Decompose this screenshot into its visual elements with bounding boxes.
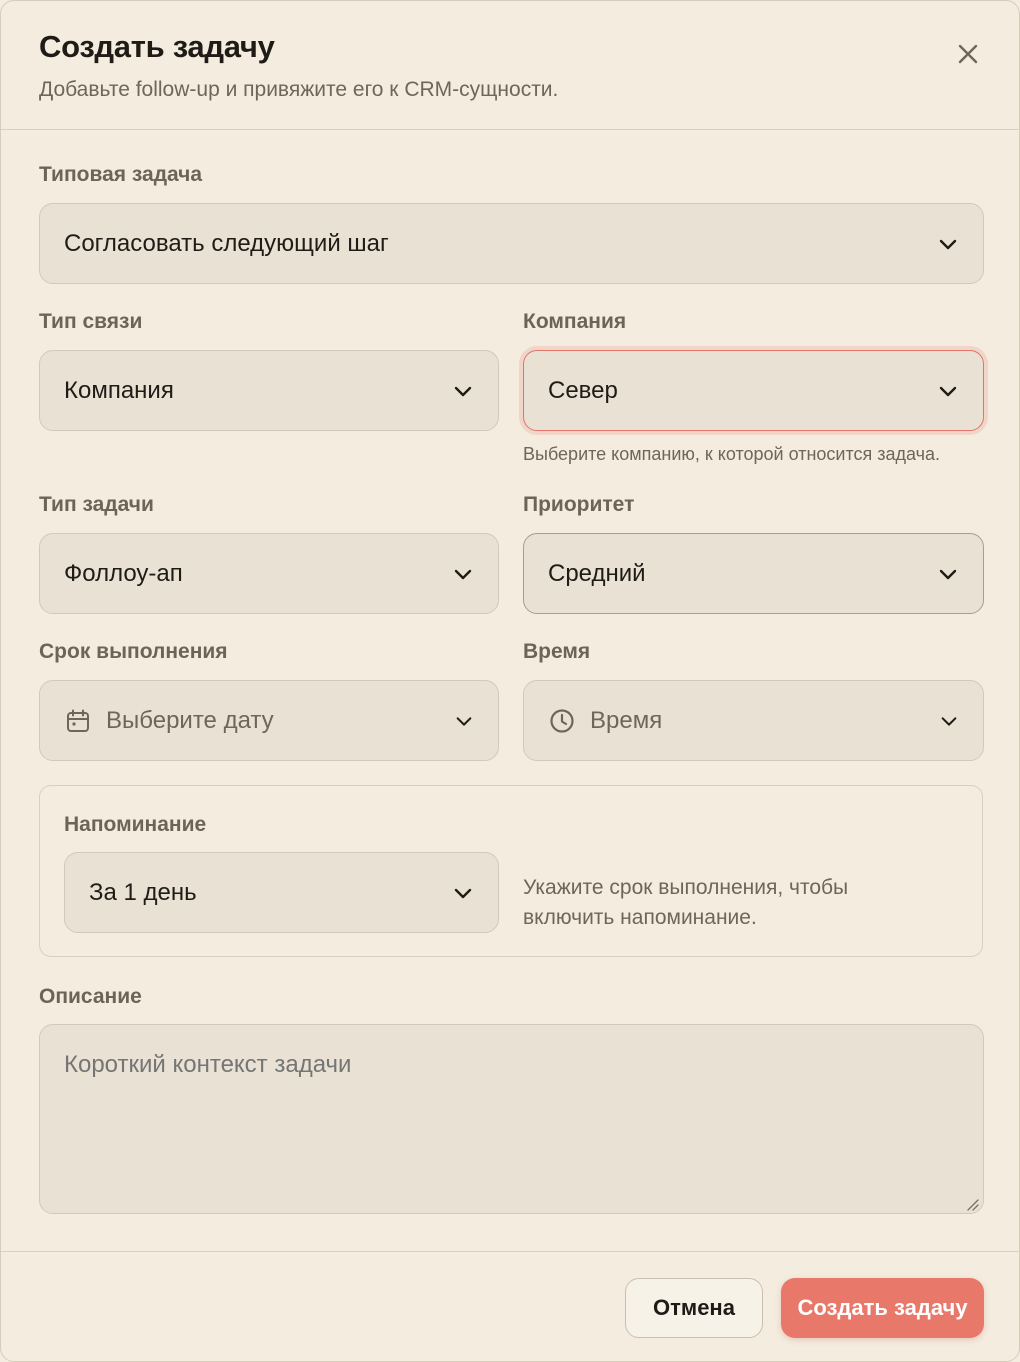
template-select[interactable]: Согласовать следующий шаг (39, 203, 984, 284)
company-helper-text: Выберите компанию, к которой относится з… (523, 444, 941, 464)
chevron-down-icon (939, 569, 957, 579)
reminder-hint: Укажите срок выполнения, чтобы включить … (523, 876, 849, 929)
task-type-label: Тип задачи (39, 493, 154, 516)
close-button[interactable] (953, 39, 983, 69)
company-select[interactable]: Север (523, 350, 984, 431)
due-date-placeholder: Выберите дату (106, 706, 274, 734)
template-label: Типовая задача (39, 163, 203, 186)
chevron-down-icon (454, 386, 472, 396)
chevron-down-icon (456, 716, 472, 726)
time-picker[interactable]: Время (523, 680, 984, 761)
description-label: Описание (39, 985, 142, 1008)
priority-value: Средний (548, 559, 646, 587)
dialog-subtitle: Добавьте follow-up и привяжите его к CRM… (39, 78, 559, 101)
chevron-down-icon (939, 239, 957, 249)
priority-select[interactable]: Средний (523, 533, 984, 614)
dialog-title: Создать задачу (39, 29, 275, 64)
clock-icon (550, 708, 574, 733)
create-task-dialog: Создать задачу Добавьте follow-up и прив… (0, 0, 1020, 1362)
chevron-down-icon (939, 386, 957, 396)
due-date-picker[interactable]: Выберите дату (39, 680, 499, 761)
link-type-value: Компания (64, 376, 174, 404)
link-type-select[interactable]: Компания (39, 350, 499, 431)
dialog-header: Создать задачу Добавьте follow-up и прив… (1, 1, 1019, 130)
time-placeholder: Время (590, 706, 663, 734)
reminder-value: За 1 день (89, 878, 197, 906)
reminder-label: Напоминание (64, 813, 207, 836)
due-date-label: Срок выполнения (39, 640, 228, 663)
time-label: Время (523, 640, 591, 663)
close-icon (958, 44, 978, 64)
company-value: Север (548, 376, 618, 404)
calendar-icon (67, 709, 89, 732)
task-type-select[interactable]: Фоллоу-ап (39, 533, 499, 614)
chevron-down-icon (454, 569, 472, 579)
cancel-button[interactable]: Отмена (625, 1278, 763, 1338)
reminder-select[interactable]: За 1 день (64, 852, 499, 933)
create-task-button[interactable]: Создать задачу (781, 1278, 984, 1338)
chevron-down-icon (454, 888, 472, 898)
resize-handle-icon[interactable] (965, 1197, 979, 1211)
template-value: Согласовать следующий шаг (64, 229, 389, 257)
task-type-value: Фоллоу-ап (64, 559, 183, 587)
priority-label: Приоритет (523, 493, 635, 516)
link-type-label: Тип связи (39, 310, 143, 333)
chevron-down-icon (941, 716, 957, 726)
company-label: Компания (523, 310, 627, 333)
description-textarea[interactable] (39, 1024, 984, 1214)
